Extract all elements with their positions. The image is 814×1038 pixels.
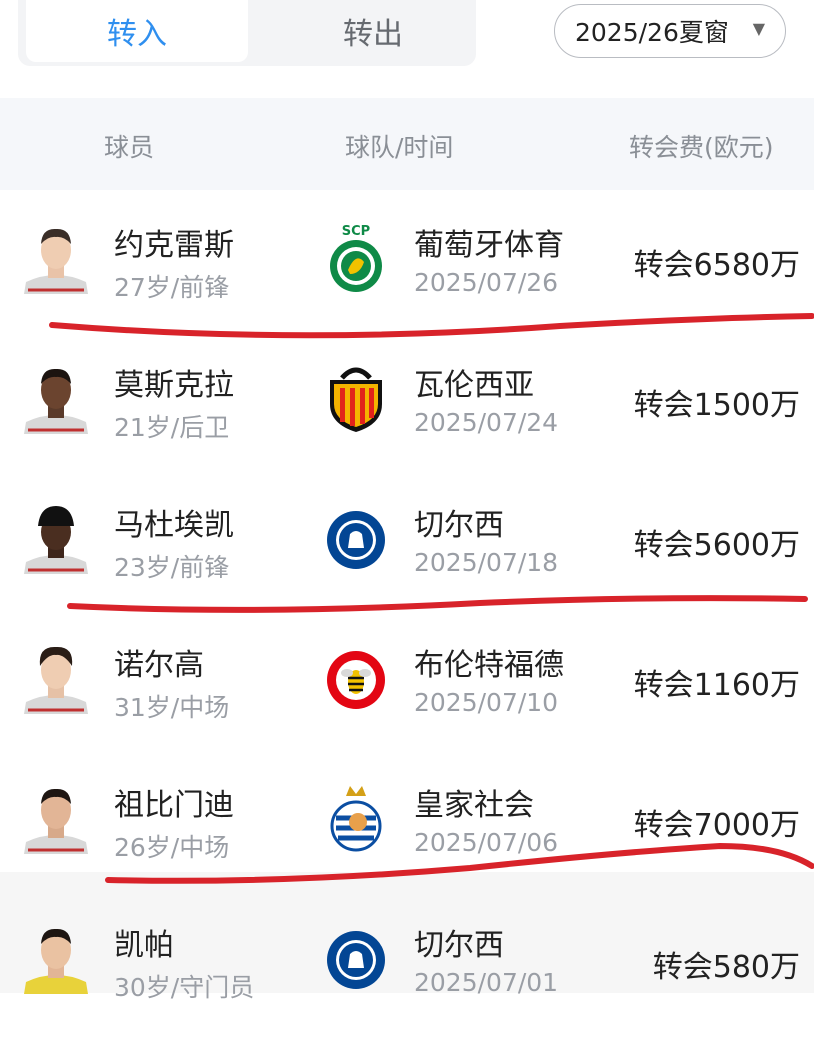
table-row[interactable]: 马杜埃凯 23岁/前锋 切尔西 2025/07/18 转会5600万 <box>0 478 814 618</box>
tab-transfer-out[interactable]: 转出 <box>262 0 484 62</box>
season-select[interactable]: 2025/26夏窗 ▼ <box>554 4 786 58</box>
team-name: 瓦伦西亚 <box>414 368 534 403</box>
team-name: 葡萄牙体育 <box>414 228 564 263</box>
transfer-fee: 转会1500万 <box>633 388 800 423</box>
team-name: 布伦特福德 <box>414 648 564 683</box>
season-select-value: 2025/26夏窗 <box>575 18 729 47</box>
player-avatar <box>24 640 88 714</box>
player-avatar <box>24 920 88 994</box>
player-age-position: 31岁/中场 <box>114 693 230 722</box>
chevron-down-icon: ▼ <box>752 19 765 38</box>
header-player: 球员 <box>104 133 155 162</box>
player-name: 凯帕 <box>114 928 174 963</box>
player-avatar <box>24 500 88 574</box>
svg-text:SCP: SCP <box>342 224 370 239</box>
transfer-date: 2025/07/10 <box>414 688 559 717</box>
chelsea-fc-crest <box>326 922 386 994</box>
player-name: 马杜埃凯 <box>114 508 234 543</box>
player-age-position: 27岁/前锋 <box>114 273 230 302</box>
transfer-direction-switch: 转入 转出 <box>18 0 476 66</box>
valencia-cf-crest <box>326 362 386 434</box>
transfer-fee: 转会5600万 <box>633 528 800 563</box>
transfer-date: 2025/07/26 <box>414 268 559 297</box>
header-team-time: 球队/时间 <box>345 133 454 162</box>
player-name: 祖比门迪 <box>114 788 234 823</box>
header-fee: 转会费(欧元) <box>629 133 774 162</box>
brentford-fc-crest <box>326 642 386 714</box>
transfer-date: 2025/07/06 <box>414 828 559 857</box>
team-name: 切尔西 <box>414 508 504 543</box>
team-name: 切尔西 <box>414 928 504 963</box>
table-row[interactable]: 诺尔高 31岁/中场 布伦特福德 2025/07/10 转会1160万 <box>0 618 814 758</box>
player-name: 约克雷斯 <box>114 228 234 263</box>
transfer-fee: 转会6580万 <box>633 248 800 283</box>
player-age-position: 23岁/前锋 <box>114 553 230 582</box>
transfer-fee: 转会1160万 <box>633 668 800 703</box>
player-name: 莫斯克拉 <box>114 368 234 403</box>
top-bar: 转入 转出 2025/26夏窗 ▼ <box>0 0 814 70</box>
table-row[interactable]: 莫斯克拉 21岁/后卫 瓦伦西亚 2025/07/24 转会1500万 <box>0 338 814 478</box>
transfer-fee: 转会7000万 <box>633 808 800 843</box>
transfer-date: 2025/07/24 <box>414 408 559 437</box>
tab-transfer-in[interactable]: 转入 <box>26 0 248 62</box>
table-header: 球员 球队/时间 转会费(欧元) <box>0 98 814 190</box>
chelsea-fc-crest <box>326 502 386 574</box>
player-age-position: 26岁/中场 <box>114 833 230 862</box>
real-sociedad-crest <box>326 782 386 854</box>
table-row[interactable]: 约克雷斯 27岁/前锋 SCP 葡萄牙体育 2025/07/26 转会6580万 <box>0 198 814 338</box>
player-age-position: 30岁/守门员 <box>114 973 255 1002</box>
player-avatar <box>24 780 88 854</box>
player-name: 诺尔高 <box>114 648 204 683</box>
transfer-date: 2025/07/18 <box>414 548 559 577</box>
table-row[interactable]: 凯帕 30岁/守门员 切尔西 2025/07/01 转会580万 <box>0 898 814 1038</box>
sporting-cp-crest: SCP <box>326 222 386 294</box>
player-avatar <box>24 220 88 294</box>
player-age-position: 21岁/后卫 <box>114 413 230 442</box>
team-name: 皇家社会 <box>414 788 534 823</box>
transfer-fee: 转会580万 <box>652 950 800 985</box>
player-avatar <box>24 360 88 434</box>
